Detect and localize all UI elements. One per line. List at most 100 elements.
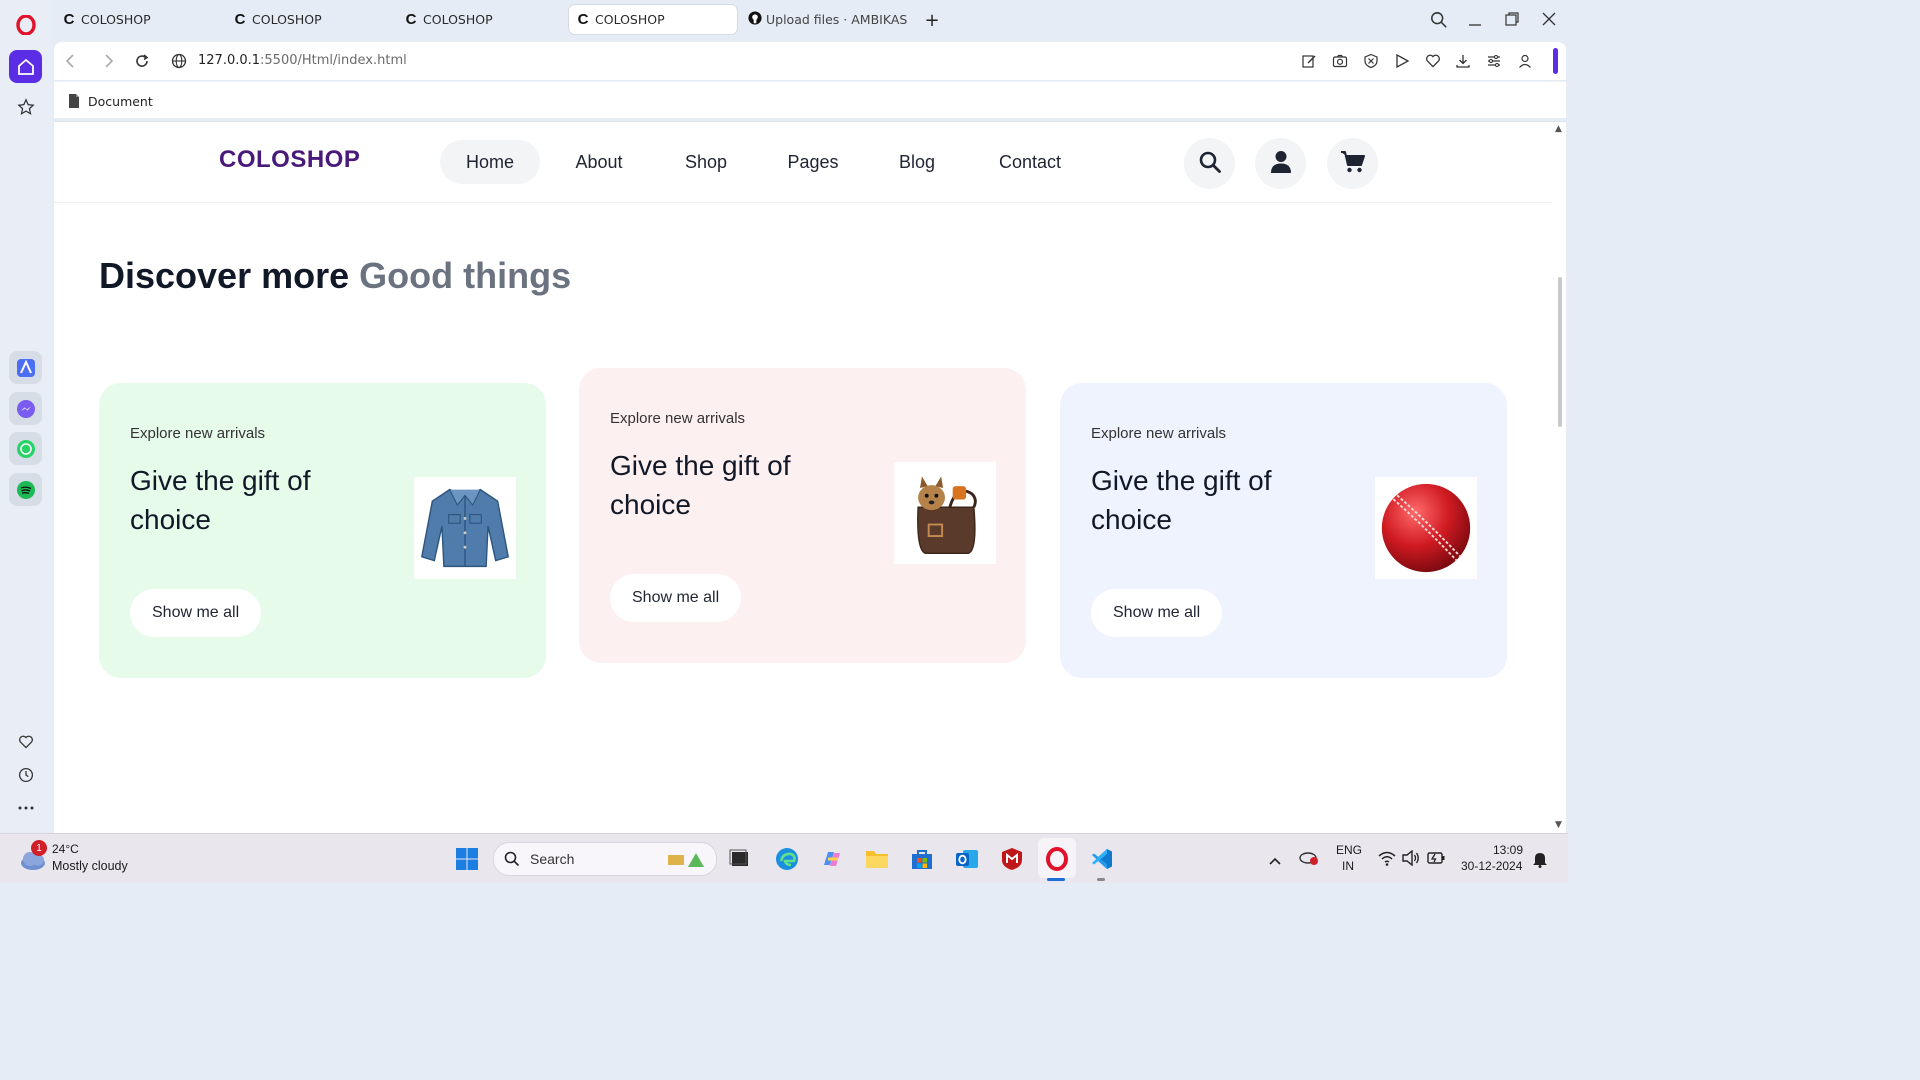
coloshop-favicon-icon: C: [63, 11, 75, 28]
battery-icon[interactable]: [1427, 850, 1445, 869]
spotify-icon[interactable]: [9, 473, 42, 506]
show-hidden-icons[interactable]: [1268, 851, 1282, 870]
opera-active-indicator: [1047, 878, 1065, 881]
vscode-running-indicator: [1097, 878, 1105, 881]
language-bottom[interactable]: IN: [1342, 859, 1354, 873]
language-top[interactable]: ENG: [1336, 843, 1362, 857]
messenger-icon[interactable]: [9, 392, 42, 425]
browser-tab[interactable]: Upload files · AMBIKASITH: [740, 5, 908, 34]
page-scrollbar[interactable]: ▲ ▼: [1552, 122, 1566, 834]
reload-icon[interactable]: [134, 53, 150, 73]
clock-date[interactable]: 30-12-2024: [1461, 859, 1522, 873]
send-icon[interactable]: [1394, 53, 1410, 73]
user-icon: [1270, 150, 1292, 178]
outlook-icon[interactable]: [954, 846, 980, 872]
edit-icon[interactable]: [1301, 53, 1317, 73]
url-host: 127.0.0.1: [198, 53, 261, 68]
show-me-all-button[interactable]: Show me all: [130, 589, 262, 637]
new-tab-button[interactable]: +: [922, 10, 942, 31]
page-viewport: COLOSHOP Home About Shop Pages Blog Cont…: [54, 121, 1566, 834]
adblock-icon[interactable]: [1363, 53, 1379, 73]
search-button[interactable]: [1184, 138, 1235, 189]
account-button[interactable]: [1255, 138, 1306, 189]
restore-icon[interactable]: [1504, 11, 1520, 31]
onedrive-error-icon[interactable]: [1298, 848, 1320, 870]
notification-bell-icon[interactable]: [1532, 850, 1548, 872]
browser-tab-active[interactable]: C COLOSHOP: [569, 5, 737, 34]
mcafee-icon[interactable]: [999, 846, 1025, 872]
nav-contact[interactable]: Contact: [986, 140, 1074, 184]
whatsapp-icon[interactable]: [9, 432, 42, 465]
card-headline: Give the gift of choice: [130, 465, 311, 535]
url-field[interactable]: 127.0.0.1:5500/Html/index.html: [198, 53, 407, 68]
history-icon[interactable]: [9, 758, 42, 791]
search-icon: [1198, 150, 1222, 178]
taskbar-search[interactable]: Search: [493, 842, 717, 876]
taskbar-search-label: Search: [530, 851, 575, 867]
browser-tab[interactable]: C COLOSHOP: [226, 5, 394, 34]
task-view-icon[interactable]: [727, 846, 753, 872]
browser-tab[interactable]: C COLOSHOP: [55, 5, 223, 34]
scroll-thumb[interactable]: [1558, 277, 1562, 427]
nav-shop[interactable]: Shop: [674, 140, 738, 184]
aria-app-icon[interactable]: [9, 351, 42, 384]
card-headline: Give the gift of choice: [610, 450, 791, 520]
star-icon[interactable]: [9, 90, 42, 123]
show-me-all-button[interactable]: Show me all: [1091, 589, 1223, 637]
home-icon[interactable]: [9, 50, 42, 83]
github-icon: [748, 10, 762, 29]
opera-logo-icon[interactable]: [9, 8, 42, 41]
camera-icon[interactable]: [1332, 53, 1348, 73]
site-header: COLOSHOP Home About Shop Pages Blog Cont…: [54, 122, 1552, 203]
cart-button[interactable]: [1327, 138, 1378, 189]
forward-icon[interactable]: [101, 53, 115, 73]
address-bar: 127.0.0.1:5500/Html/index.html: [54, 42, 1566, 80]
globe-icon[interactable]: [171, 53, 187, 73]
wifi-icon[interactable]: [1378, 850, 1396, 870]
windows-start-icon[interactable]: [454, 846, 480, 872]
vscode-icon[interactable]: [1089, 846, 1115, 872]
scroll-up-icon[interactable]: ▲: [1555, 124, 1562, 134]
profile-icon[interactable]: [1517, 53, 1533, 73]
promo-card: Explore new arrivals Give the gift of ch…: [1060, 383, 1507, 678]
nav-about[interactable]: About: [561, 140, 637, 184]
file-explorer-icon[interactable]: [864, 846, 890, 872]
url-path: :5500/Html/index.html: [260, 53, 407, 68]
close-icon[interactable]: [1541, 11, 1557, 31]
weather-badge: 1: [31, 840, 47, 856]
scroll-down-icon[interactable]: ▼: [1555, 820, 1562, 830]
microsoft-store-icon[interactable]: [909, 846, 935, 872]
section-heading: Discover more Good things: [99, 255, 571, 297]
heading-muted: Good things: [359, 255, 572, 296]
download-icon[interactable]: [1455, 53, 1471, 73]
nav-home[interactable]: Home: [440, 140, 540, 184]
favorite-heart-icon[interactable]: [1425, 53, 1441, 73]
cricket-ball-image: [1375, 477, 1477, 579]
bookmarks-bar: Document: [54, 81, 1566, 118]
back-icon[interactable]: [64, 53, 78, 73]
more-icon[interactable]: [9, 791, 42, 824]
opera-taskbar-icon[interactable]: [1044, 846, 1070, 872]
nav-blog[interactable]: Blog: [890, 140, 944, 184]
edge-icon[interactable]: [774, 846, 800, 872]
volume-icon[interactable]: [1402, 849, 1420, 870]
search-highlight-icon: [666, 849, 708, 873]
bookmark-document[interactable]: Document: [88, 94, 153, 109]
heart-icon[interactable]: [9, 725, 42, 758]
browser-tab[interactable]: C COLOSHOP: [397, 5, 565, 34]
nav-pages[interactable]: Pages: [778, 140, 848, 184]
card-eyebrow: Explore new arrivals: [610, 410, 746, 427]
site-logo[interactable]: COLOSHOP: [219, 146, 360, 174]
coloshop-favicon-icon: C: [234, 11, 246, 28]
weather-temp: 24°C: [52, 842, 79, 856]
easy-setup-icon[interactable]: [1486, 53, 1502, 73]
copilot-icon[interactable]: [819, 846, 845, 872]
show-me-all-button[interactable]: Show me all: [610, 574, 742, 622]
minimize-icon[interactable]: [1467, 11, 1483, 31]
weather-description: Mostly cloudy: [52, 859, 128, 873]
tab-search-icon[interactable]: [1430, 11, 1448, 33]
clock-time[interactable]: 13:09: [1493, 843, 1523, 857]
document-icon: [68, 93, 80, 112]
card-headline: Give the gift of choice: [1091, 465, 1272, 535]
coloshop-favicon-icon: C: [405, 11, 417, 28]
